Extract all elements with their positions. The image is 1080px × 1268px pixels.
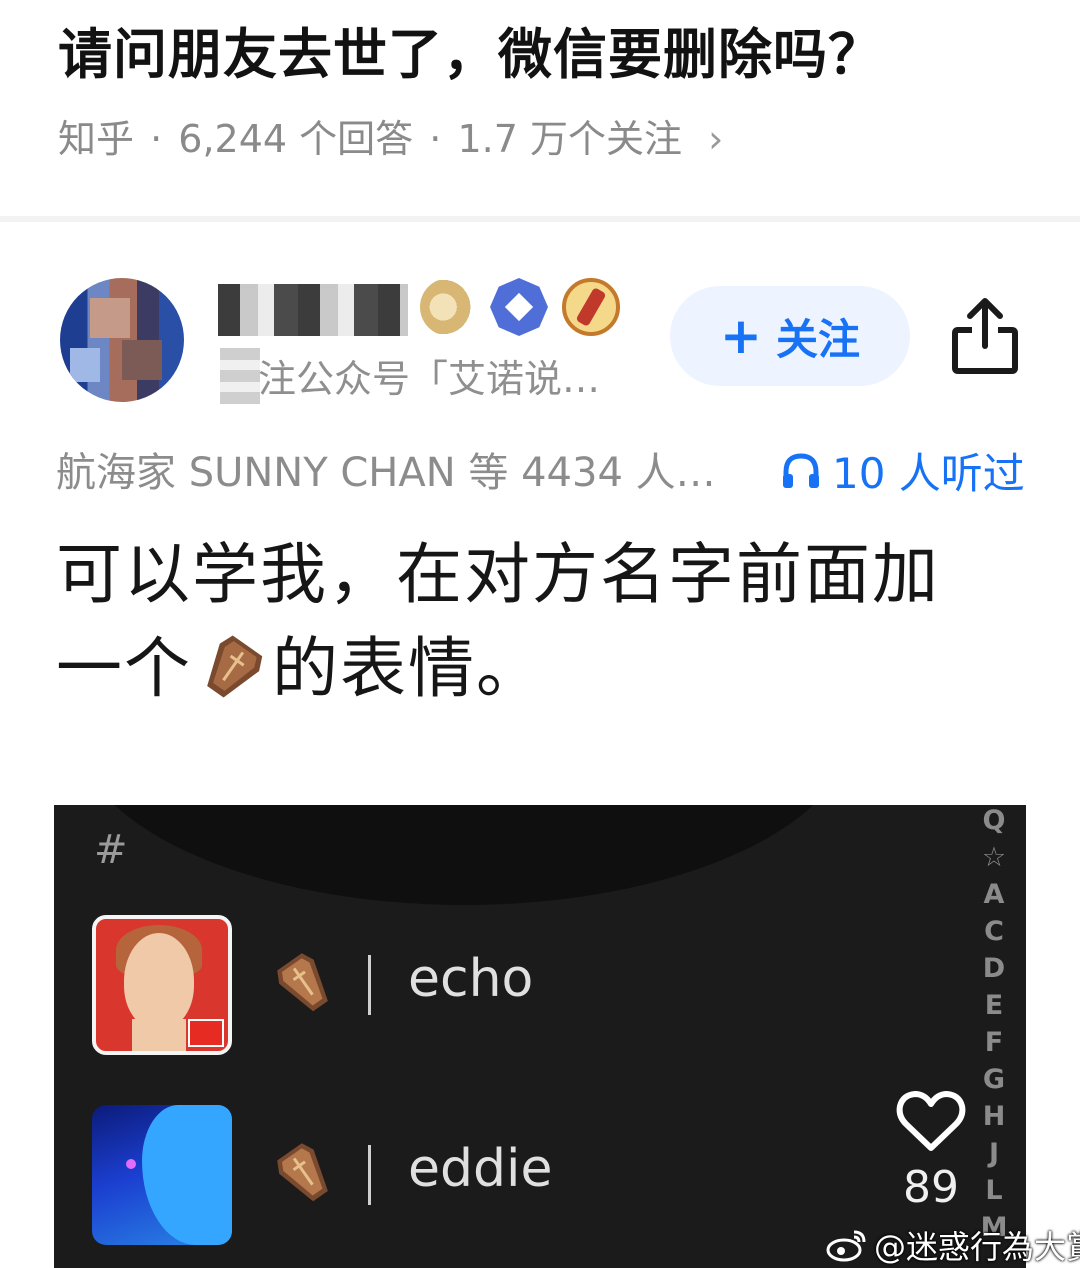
headphone-icon — [783, 452, 819, 488]
chevron-right-icon: › — [708, 117, 724, 161]
coffin-icon — [277, 1143, 328, 1202]
answer-line-2-pre: 一个 — [56, 630, 192, 707]
divider — [368, 955, 371, 1015]
follow-button[interactable]: + 关注 — [670, 286, 910, 386]
contact-row[interactable]: echo — [92, 915, 992, 1055]
answer-line-1: 可以学我，在对方名字前面加 — [56, 536, 940, 613]
question-title[interactable]: 请问朋友去世了，微信要删除吗？ — [58, 10, 883, 89]
question-source: 知乎 — [58, 117, 135, 161]
answer-stats: 航海家 SUNNY CHAN 等 4434 人… 10 人听过 — [0, 440, 1080, 498]
like-button[interactable]: 89 — [896, 1090, 966, 1213]
index-letter[interactable]: Q — [979, 805, 1009, 842]
heart-icon — [896, 1091, 966, 1151]
index-letter[interactable]: L — [979, 1175, 1009, 1212]
contact-name: eddie — [408, 1139, 553, 1199]
watermark: @迷惑行為大賞 — [826, 1222, 1080, 1268]
answer-line-2: 一个 的表情。 — [56, 622, 1016, 716]
badge-icon — [420, 278, 478, 336]
index-letter[interactable]: J — [979, 1138, 1009, 1175]
answer-line-2-post: 的表情。 — [272, 630, 544, 707]
listen-count[interactable]: 10 人听过 — [780, 440, 1025, 501]
index-letter[interactable]: E — [979, 990, 1009, 1027]
question-meta[interactable]: 知乎 · 6,244 个回答 · 1.7 万个关注 › — [58, 108, 727, 163]
follower-count: 1.7 万个关注 — [457, 117, 682, 161]
liked-by-text[interactable]: 航海家 SUNNY CHAN 等 4434 人… — [56, 440, 716, 498]
follow-label: 关注 — [775, 314, 860, 364]
section-header: # — [94, 827, 128, 873]
contact-avatar — [92, 1105, 232, 1245]
author-name-blurred[interactable] — [218, 284, 408, 336]
index-letter[interactable]: A — [979, 879, 1009, 916]
watermark-text: @迷惑行為大賞 — [874, 1228, 1080, 1266]
index-letter[interactable]: F — [979, 1027, 1009, 1064]
author-avatar[interactable] — [60, 278, 184, 402]
background-shape — [74, 805, 854, 905]
weibo-icon — [826, 1230, 866, 1262]
share-icon[interactable] — [950, 296, 1020, 376]
meta-separator: · — [150, 117, 163, 161]
coffin-icon — [207, 635, 263, 698]
answer-count: 6,244 个回答 — [178, 117, 414, 161]
index-letter[interactable]: H — [979, 1101, 1009, 1138]
index-letter[interactable]: C — [979, 916, 1009, 953]
divider — [368, 1145, 371, 1205]
alphabet-index[interactable]: Q ☆ A C D E F G H J L M — [979, 805, 1009, 1268]
index-letter[interactable]: G — [979, 1064, 1009, 1101]
author-subtitle-blur — [220, 348, 260, 404]
contact-avatar — [92, 915, 232, 1055]
answer-body: 可以学我，在对方名字前面加 一个 的表情。 — [56, 528, 1016, 716]
author-subtitle: 注公众号「艾诺说… — [258, 357, 601, 401]
medal-icon — [562, 278, 620, 336]
embedded-screenshot: # echo eddie Q ☆ A C D E F G H J L M 89 — [54, 805, 1026, 1268]
meta-separator: · — [429, 117, 442, 161]
index-letter[interactable]: ☆ — [979, 842, 1009, 879]
plus-icon: + — [720, 307, 762, 365]
author-row: 注公众号「艾诺说… + 关注 — [0, 262, 1080, 412]
coffin-icon — [277, 953, 328, 1012]
like-count: 89 — [903, 1162, 959, 1213]
verified-icon — [490, 278, 548, 336]
listen-count-text: 10 人听过 — [832, 449, 1025, 498]
question-header[interactable]: 请问朋友去世了，微信要删除吗？ 知乎 · 6,244 个回答 · 1.7 万个关… — [0, 0, 1080, 222]
index-letter[interactable]: D — [979, 953, 1009, 990]
contact-name: echo — [408, 949, 534, 1009]
